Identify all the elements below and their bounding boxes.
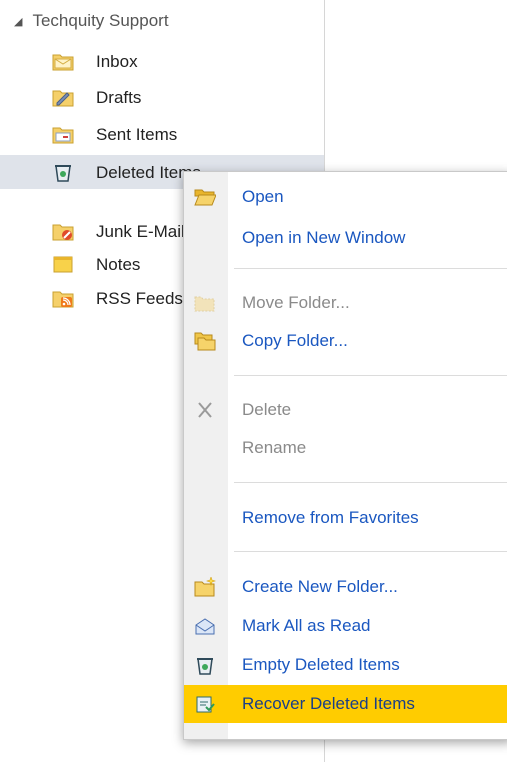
sent-items-folder-icon: [52, 127, 74, 144]
menu-separator: [234, 482, 507, 483]
context-menu: Open Open in New Window Move Folder... C…: [183, 171, 507, 740]
recover-items-icon: [196, 696, 215, 713]
menu-item-label: Remove from Favorites: [242, 508, 419, 527]
copy-folder-icon: [194, 332, 216, 351]
mark-read-envelope-icon: [195, 618, 215, 635]
menu-item-open-in-new-window[interactable]: Open in New Window: [184, 219, 507, 257]
delete-x-icon: [198, 402, 212, 418]
folder-label: Inbox: [96, 52, 138, 71]
collapse-triangle-icon[interactable]: ◢: [14, 15, 22, 28]
menu-item-open[interactable]: Open: [184, 178, 507, 216]
menu-separator: [234, 551, 507, 552]
menu-item-copy-folder[interactable]: Copy Folder...: [184, 322, 507, 360]
folder-item-inbox[interactable]: Inbox: [0, 44, 324, 78]
menu-separator: [234, 268, 507, 269]
menu-item-empty-deleted-items[interactable]: Empty Deleted Items: [184, 646, 507, 684]
folder-item-sent-items[interactable]: Sent Items: [0, 117, 324, 151]
menu-item-move-folder[interactable]: Move Folder...: [184, 284, 507, 322]
move-folder-icon: [194, 296, 215, 312]
open-folder-icon: [194, 189, 216, 206]
rss-feeds-folder-icon: [52, 291, 74, 308]
folder-label: Notes: [96, 255, 141, 274]
folder-label: RSS Feeds: [96, 289, 183, 308]
menu-item-label: Open: [242, 187, 284, 206]
menu-item-remove-from-favorites[interactable]: Remove from Favorites: [184, 499, 507, 537]
menu-item-label: Recover Deleted Items: [242, 694, 415, 713]
empty-trash-icon: [197, 658, 213, 675]
menu-item-delete[interactable]: Delete: [184, 391, 507, 429]
menu-item-label: Mark All as Read: [242, 616, 371, 635]
menu-item-create-new-folder[interactable]: Create New Folder...: [184, 568, 507, 606]
menu-item-recover-deleted-items[interactable]: Recover Deleted Items: [184, 685, 507, 723]
folder-item-drafts[interactable]: Drafts: [0, 80, 324, 114]
menu-separator: [234, 375, 507, 376]
menu-item-rename[interactable]: Rename: [184, 429, 507, 467]
account-node[interactable]: ◢ Techquity Support: [14, 8, 169, 34]
folder-label: Sent Items: [96, 125, 178, 144]
folder-label: Junk E-Mail: [96, 222, 185, 241]
folder-label: Drafts: [96, 88, 142, 107]
drafts-folder-icon: [52, 90, 74, 107]
menu-item-label: Rename: [242, 438, 307, 457]
menu-item-label: Delete: [242, 400, 292, 419]
menu-item-label: Copy Folder...: [242, 331, 348, 350]
menu-item-mark-all-as-read[interactable]: Mark All as Read: [184, 607, 507, 645]
new-folder-icon: [194, 577, 216, 597]
account-name: Techquity Support: [32, 11, 169, 30]
inbox-folder-icon: [52, 54, 74, 71]
menu-item-label: Open in New Window: [242, 228, 406, 247]
deleted-items-folder-icon: [55, 165, 71, 182]
menu-item-label: Create New Folder...: [242, 577, 398, 596]
menu-item-label: Empty Deleted Items: [242, 655, 400, 674]
junk-email-folder-icon: [52, 224, 74, 241]
notes-folder-icon: [53, 256, 73, 273]
menu-item-label: Move Folder...: [242, 293, 350, 312]
